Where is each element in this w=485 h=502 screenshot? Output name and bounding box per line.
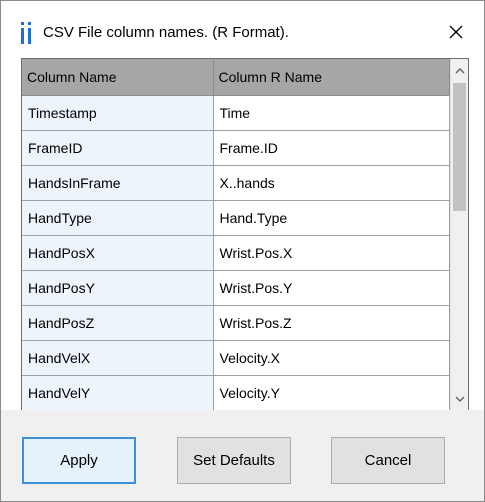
column-names-table: Column Name Column R Name Timestamp Time… [22,59,450,410]
r-name-cell[interactable]: Frame.ID [213,130,450,166]
column-name-cell[interactable]: HandType [22,200,214,236]
column-name-cell[interactable]: HandPosY [22,270,214,306]
column-header-r-name[interactable]: Column R Name [213,59,450,96]
scroll-up-button[interactable] [451,62,468,80]
r-name-cell[interactable]: Wrist.Pos.X [213,235,450,271]
r-name-cell[interactable]: Hand.Type [213,200,450,236]
table-row[interactable]: HandPosX Wrist.Pos.X [22,235,450,271]
close-button[interactable] [436,15,476,49]
r-name-cell[interactable]: Time [213,95,450,131]
cancel-button[interactable]: Cancel [331,437,445,484]
column-name-cell[interactable]: FrameID [22,130,214,166]
r-name-cell[interactable]: Velocity.X [213,340,450,376]
column-name-cell[interactable]: HandVelY [22,375,214,410]
window-title: CSV File column names. (R Format). [43,24,289,41]
table-row[interactable]: Timestamp Time [22,95,450,131]
chevron-down-icon [455,396,465,402]
apply-button[interactable]: Apply [22,437,136,484]
column-name-cell[interactable]: HandPosX [22,235,214,271]
r-name-cell[interactable]: Velocity.Y [213,375,450,410]
info-i-icon [21,22,31,44]
column-name-cell[interactable]: HandsInFrame [22,165,214,201]
table-row[interactable]: HandType Hand.Type [22,200,450,236]
column-name-cell[interactable]: Timestamp [22,95,214,131]
table-row[interactable]: HandsInFrame X..hands [22,165,450,201]
table-row[interactable]: HandVelY Velocity.Y [22,375,450,410]
dialog-window: CSV File column names. (R Format). Colum… [0,0,485,502]
r-name-cell[interactable]: Wrist.Pos.Y [213,270,450,306]
scroll-down-button[interactable] [451,390,468,408]
column-header-name[interactable]: Column Name [22,59,214,96]
title-bar[interactable]: CSV File column names. (R Format). [1,1,484,58]
table-row[interactable]: HandVelX Velocity.X [22,340,450,376]
close-icon [449,25,463,39]
table-row[interactable]: HandPosZ Wrist.Pos.Z [22,305,450,341]
table-row[interactable]: FrameID Frame.ID [22,130,450,166]
button-bar: Apply Set Defaults Cancel [1,410,484,501]
column-name-cell[interactable]: HandVelX [22,340,214,376]
header-row: Column Name Column R Name [22,59,450,96]
chevron-up-icon [455,68,465,74]
table-row[interactable]: HandPosY Wrist.Pos.Y [22,270,450,306]
vertical-scrollbar[interactable] [450,59,468,410]
r-name-cell[interactable]: Wrist.Pos.Z [213,305,450,341]
column-names-grid[interactable]: Column Name Column R Name Timestamp Time… [21,58,469,411]
scroll-thumb[interactable] [453,83,466,211]
r-name-cell[interactable]: X..hands [213,165,450,201]
column-name-cell[interactable]: HandPosZ [22,305,214,341]
set-defaults-button[interactable]: Set Defaults [177,437,291,484]
